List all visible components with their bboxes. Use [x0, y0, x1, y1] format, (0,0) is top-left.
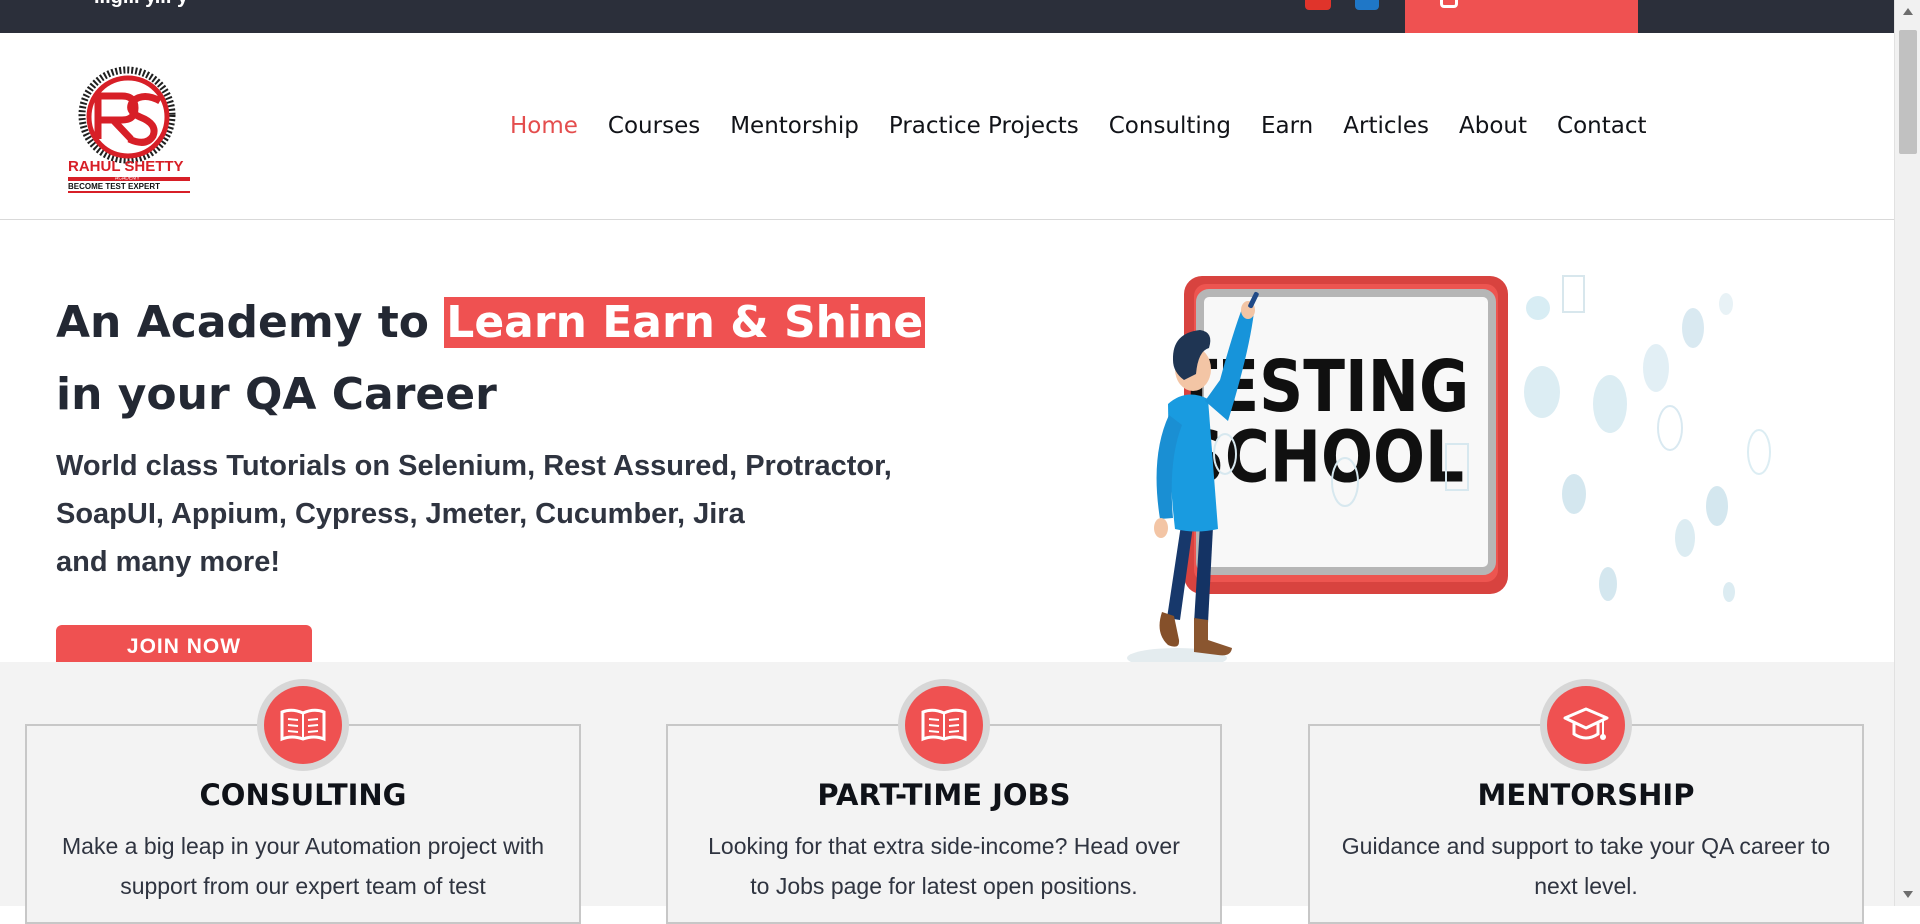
- page-scrollbar[interactable]: [1894, 0, 1920, 906]
- nav-home[interactable]: Home: [510, 113, 578, 139]
- site-header: RAHUL SHETTY ACADEMY BECOME TEST EXPERT …: [0, 33, 1894, 220]
- illustration-text-2: SCHOOL: [1181, 415, 1464, 499]
- hero-section: An Academy to Learn Earn & Shine in your…: [0, 220, 1894, 669]
- top-bar: ...g... y... y: [0, 0, 1894, 33]
- testing-school-illustration: TESTING SCHOOL: [1127, 275, 1771, 662]
- hero-subtitle-line-1: World class Tutorials on Selenium, Rest …: [56, 450, 892, 482]
- nav-articles[interactable]: Articles: [1343, 113, 1429, 139]
- feature-icon-ring: [257, 679, 349, 771]
- scrollbar-thumb[interactable]: [1899, 30, 1917, 154]
- feature-text-part-time-jobs: Looking for that extra side-income? Head…: [708, 833, 1180, 899]
- logo-sub-text: ACADEMY: [115, 176, 140, 182]
- feature-title-part-time-jobs: PART-TIME JOBS: [817, 778, 1071, 812]
- nav-practice-projects[interactable]: Practice Projects: [889, 113, 1079, 139]
- linkedin-icon[interactable]: [1355, 0, 1379, 10]
- feature-icon-ring: [1540, 679, 1632, 771]
- feature-text-consulting: Make a big leap in your Automation proje…: [62, 833, 544, 899]
- hero-title-highlight: Learn Earn & Shine: [444, 297, 926, 349]
- youtube-icon[interactable]: [1305, 0, 1331, 10]
- feature-text-mentorship: Guidance and support to take your QA car…: [1341, 833, 1831, 899]
- nav-courses[interactable]: Courses: [608, 113, 700, 139]
- topbar-cta-button[interactable]: [1405, 0, 1638, 33]
- nav-earn[interactable]: Earn: [1261, 113, 1313, 139]
- hero-subtitle: World class Tutorials on Selenium, Rest …: [56, 442, 916, 586]
- hero-title: An Academy to Learn Earn & Shine in your…: [56, 287, 956, 431]
- hero-subtitle-line-2: SoapUI, Appium, Cypress, Jmeter, Cucumbe…: [56, 498, 745, 530]
- hero-title-prefix: An Academy to: [56, 297, 445, 349]
- features-section: CONSULTING Make a big leap in your Autom…: [0, 662, 1894, 924]
- feature-card-mentorship[interactable]: MENTORSHIP Guidance and support to take …: [1308, 679, 1864, 924]
- feature-title-mentorship: MENTORSHIP: [1477, 778, 1695, 812]
- scroll-up-arrow-icon[interactable]: [1903, 8, 1913, 15]
- book-icon: [905, 686, 983, 764]
- logo-tagline: BECOME TEST EXPERT: [68, 182, 160, 191]
- book-icon: [264, 686, 342, 764]
- nav-about[interactable]: About: [1459, 113, 1527, 139]
- hero-title-line2: in your QA Career: [56, 369, 497, 421]
- topbar-partial-text: ...g... y... y: [94, 0, 188, 9]
- nav-consulting[interactable]: Consulting: [1109, 113, 1231, 139]
- nav-mentorship[interactable]: Mentorship: [730, 113, 859, 139]
- academy-logo[interactable]: RAHUL SHETTY ACADEMY BECOME TEST EXPERT: [68, 63, 194, 193]
- main-navigation: Home Courses Mentorship Practice Project…: [510, 113, 1677, 139]
- hero-subtitle-line-3: and many more!: [56, 546, 280, 578]
- instagram-icon: [1440, 0, 1458, 8]
- feature-card-consulting[interactable]: CONSULTING Make a big leap in your Autom…: [25, 679, 581, 924]
- nav-contact[interactable]: Contact: [1557, 113, 1646, 139]
- scroll-down-arrow-icon[interactable]: [1903, 891, 1913, 898]
- logo-name-text: RAHUL SHETTY: [68, 158, 184, 175]
- feature-title-consulting: CONSULTING: [199, 778, 407, 812]
- feature-card-part-time-jobs[interactable]: PART-TIME JOBS Looking for that extra si…: [666, 679, 1222, 924]
- graduation-cap-icon: [1547, 686, 1625, 764]
- feature-icon-ring: [898, 679, 990, 771]
